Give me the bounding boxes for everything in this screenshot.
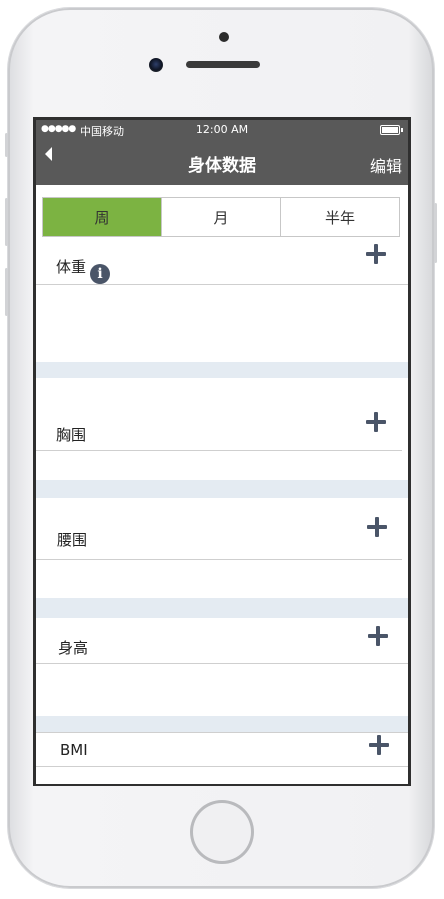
edit-button[interactable]: 编辑 (370, 153, 402, 177)
info-icon[interactable]: i (90, 264, 110, 284)
add-chest-plus-icon[interactable] (366, 412, 386, 432)
section-divider (36, 663, 408, 664)
section-separator (36, 480, 408, 498)
home-button[interactable] (190, 800, 254, 864)
section-divider (36, 732, 408, 733)
volume-down-button (5, 268, 8, 316)
section-label-chest: 胸围 (56, 426, 87, 444)
period-segmented-control: 周 月 半年 (42, 197, 400, 237)
power-button (434, 203, 437, 263)
earpiece-speaker (186, 61, 260, 68)
segment-month[interactable]: 月 (162, 198, 281, 236)
front-camera (149, 58, 163, 72)
section-label-waist: 腰围 (57, 531, 88, 549)
segment-week[interactable]: 周 (43, 198, 162, 236)
section-label-weight: 体重 (56, 258, 87, 276)
section-separator (36, 362, 408, 378)
volume-up-button (5, 198, 8, 246)
section-divider (36, 559, 402, 560)
status-time: 12:00 AM (195, 123, 249, 136)
section-label-bmi: BMI (60, 741, 88, 759)
front-sensor (219, 32, 229, 42)
add-waist-plus-icon[interactable] (367, 517, 387, 537)
mute-switch (5, 133, 8, 157)
section-divider (36, 766, 408, 767)
add-height-plus-icon[interactable] (368, 626, 388, 646)
app-view: ●●●●● 中国移动 12:00 AM 身体数据 编辑 周 月 半年 体重 i … (36, 120, 408, 784)
page-title: 身体数据 (188, 156, 256, 176)
section-separator (36, 716, 408, 732)
section-label-height: 身高 (58, 639, 89, 657)
section-divider (36, 450, 402, 451)
phone-screen: ●●●●● 中国移动 12:00 AM 身体数据 编辑 周 月 半年 体重 i … (33, 117, 411, 786)
nav-bar: 身体数据 编辑 (36, 140, 408, 185)
battery-icon (380, 125, 403, 135)
add-weight-plus-icon[interactable] (366, 244, 386, 264)
add-bmi-plus-icon[interactable] (369, 735, 389, 755)
section-divider (36, 284, 408, 285)
section-separator (36, 598, 408, 618)
segment-half-year[interactable]: 半年 (281, 198, 399, 236)
status-bar: ●●●●● 中国移动 12:00 AM (36, 120, 408, 140)
